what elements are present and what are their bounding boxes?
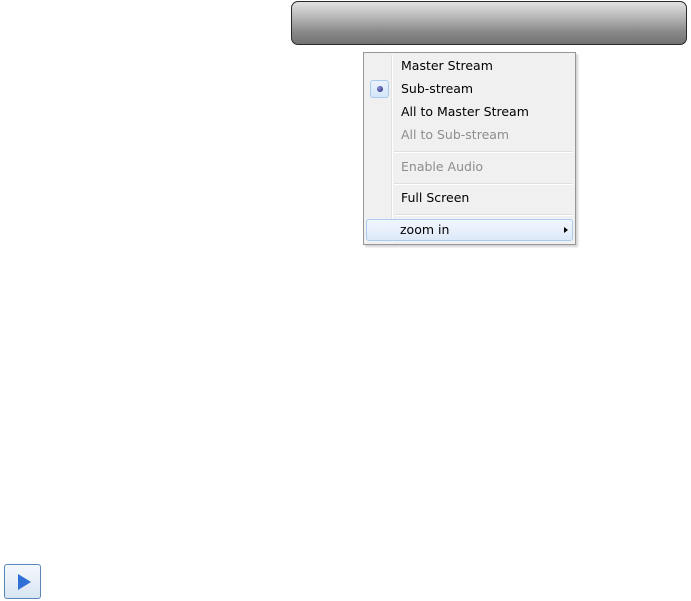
- menu-item-sub-stream[interactable]: Sub-stream: [366, 78, 573, 100]
- menu-item-master-stream[interactable]: Master Stream: [366, 55, 573, 77]
- menu-item-label: Enable Audio: [401, 159, 484, 174]
- chevron-right-icon: [564, 227, 568, 233]
- menu-item-label: Full Screen: [401, 190, 470, 205]
- screen: Master Stream Sub-stream All to Master S…: [0, 0, 691, 601]
- menu-separator: [394, 183, 573, 185]
- context-menu: Master Stream Sub-stream All to Master S…: [363, 52, 576, 245]
- play-icon: [18, 574, 31, 590]
- menu-item-all-to-sub-stream: All to Sub-stream: [366, 124, 573, 146]
- menu-separator: [394, 214, 573, 216]
- menu-item-enable-audio: Enable Audio: [366, 156, 573, 178]
- radio-dot-icon: [370, 80, 389, 98]
- play-button[interactable]: [4, 564, 41, 599]
- menu-item-all-to-master-stream[interactable]: All to Master Stream: [366, 101, 573, 123]
- menu-item-label: All to Master Stream: [401, 104, 529, 119]
- menu-separator: [394, 151, 573, 153]
- menu-item-label: Sub-stream: [401, 81, 474, 96]
- menu-item-zoom-in[interactable]: zoom in: [366, 219, 573, 241]
- menu-item-label: Master Stream: [401, 58, 493, 73]
- title-bar: [291, 1, 687, 45]
- menu-item-label: zoom in: [400, 222, 450, 237]
- menu-item-full-screen[interactable]: Full Screen: [366, 187, 573, 209]
- menu-item-label: All to Sub-stream: [401, 127, 510, 142]
